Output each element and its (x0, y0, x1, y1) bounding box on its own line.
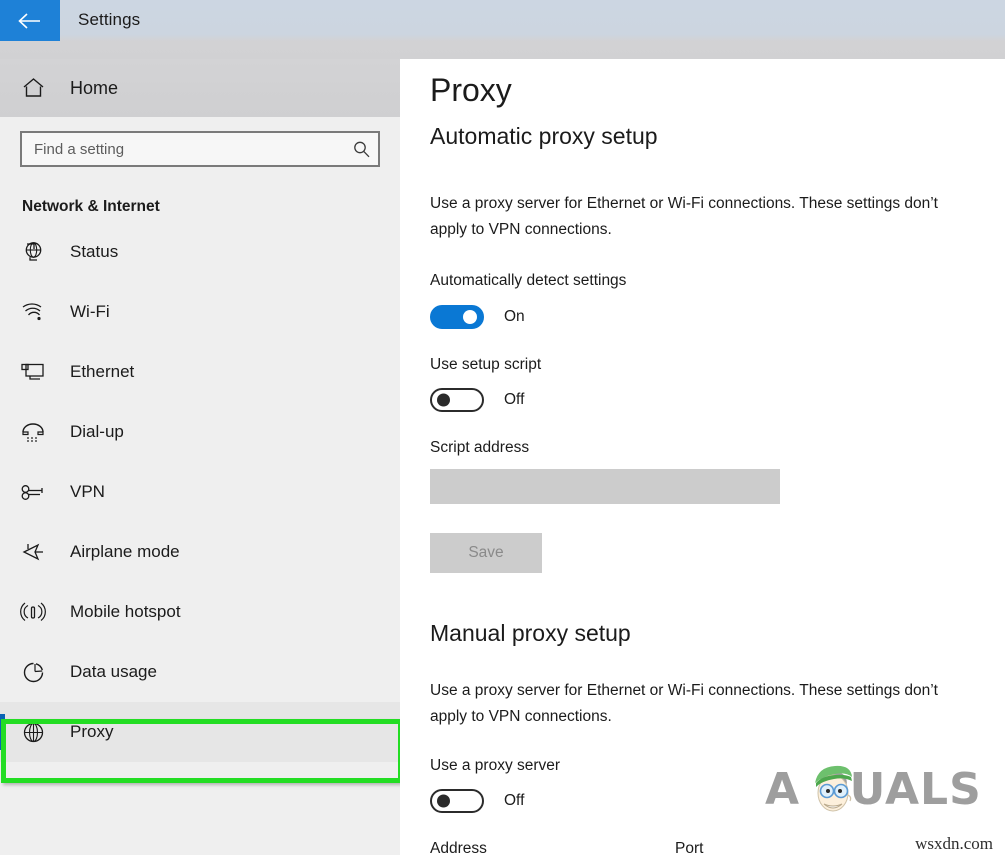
watermark-brand: A PUALS (765, 764, 982, 815)
settings-window: Settings Home Network & Internet (0, 0, 1005, 855)
port-label: Port (675, 840, 704, 855)
save-button[interactable]: Save (430, 533, 542, 573)
wifi-icon (18, 301, 48, 323)
sidebar-item-status[interactable]: Status (0, 222, 400, 282)
sidebar-item-proxy[interactable]: Proxy (0, 702, 400, 762)
sidebar-nav-list: Status Wi-Fi Ethernet Dial-up VPN Airpla… (0, 222, 400, 762)
ethernet-icon (18, 361, 48, 383)
manual-proxy-heading: Manual proxy setup (430, 620, 631, 646)
settings-content-pane: Proxy Automatic proxy setup Use a proxy … (400, 59, 1005, 855)
sidebar-item-home[interactable]: Home (0, 59, 400, 117)
auto-detect-label: Automatically detect settings (430, 272, 627, 289)
back-button[interactable] (0, 0, 60, 41)
auto-detect-toggle[interactable] (430, 305, 484, 329)
sidebar-item-label: Data usage (70, 662, 157, 681)
sidebar-item-label: Wi-Fi (70, 302, 110, 321)
sidebar-item-vpn[interactable]: VPN (0, 462, 400, 522)
setup-script-toggle-row: Off (430, 388, 524, 412)
sidebar-group-title: Network & Internet (22, 198, 160, 215)
mobile-hotspot-icon (18, 601, 48, 623)
sidebar-item-ethernet[interactable]: Ethernet (0, 342, 400, 402)
appuals-watermark: A PUALS wsxdn.com (765, 759, 995, 854)
back-arrow-icon (17, 12, 43, 30)
sidebar-item-label: Mobile hotspot (70, 602, 181, 621)
window-title: Settings (78, 10, 141, 29)
search-icon[interactable] (344, 140, 378, 159)
sidebar-item-label: Ethernet (70, 362, 135, 381)
setup-script-toggle[interactable] (430, 388, 484, 412)
sidebar-item-dialup[interactable]: Dial-up (0, 402, 400, 462)
sidebar-item-label: Status (70, 242, 119, 261)
use-proxy-toggle[interactable] (430, 789, 484, 813)
script-address-label: Script address (430, 439, 530, 456)
manual-proxy-description: Use a proxy server for Ethernet or Wi-Fi… (430, 682, 938, 725)
home-icon (18, 77, 48, 99)
globe-icon (18, 720, 48, 745)
watermark-site: wsxdn.com (915, 834, 993, 853)
globe-monitor-icon (18, 240, 48, 265)
auto-detect-toggle-row: On (430, 305, 525, 329)
automatic-proxy-description: Use a proxy server for Ethernet or Wi-Fi… (430, 195, 938, 238)
search-box[interactable] (20, 131, 380, 167)
sidebar-item-label: Dial-up (70, 422, 124, 441)
airplane-icon (18, 540, 48, 564)
dialup-phone-icon (18, 421, 48, 443)
automatic-proxy-heading: Automatic proxy setup (430, 123, 658, 149)
sidebar-item-airplane-mode[interactable]: Airplane mode (0, 522, 400, 582)
address-label: Address (430, 840, 487, 855)
search-input[interactable] (22, 133, 344, 165)
settings-sidebar: Home Network & Internet (0, 59, 400, 855)
sidebar-item-data-usage[interactable]: Data usage (0, 642, 400, 702)
sidebar-item-label: VPN (70, 482, 105, 501)
window-titlebar: Settings (0, 0, 1005, 59)
page-title: Proxy (430, 72, 512, 108)
use-proxy-state: Off (504, 792, 525, 809)
sidebar-item-mobile-hotspot[interactable]: Mobile hotspot (0, 582, 400, 642)
use-proxy-toggle-row: Off (430, 789, 524, 813)
setup-script-label: Use setup script (430, 356, 542, 373)
sidebar-item-wifi[interactable]: Wi-Fi (0, 282, 400, 342)
vpn-key-icon (18, 482, 48, 502)
use-proxy-server-label: Use a proxy server (430, 757, 561, 774)
appuals-mascot-icon (815, 765, 852, 812)
sidebar-item-label: Proxy (70, 722, 114, 741)
sidebar-item-label: Airplane mode (70, 542, 180, 561)
data-usage-pie-icon (18, 660, 48, 685)
setup-script-state: Off (504, 391, 525, 408)
sidebar-item-label: Home (70, 77, 119, 98)
auto-detect-state: On (504, 308, 525, 325)
script-address-input[interactable] (430, 469, 780, 504)
